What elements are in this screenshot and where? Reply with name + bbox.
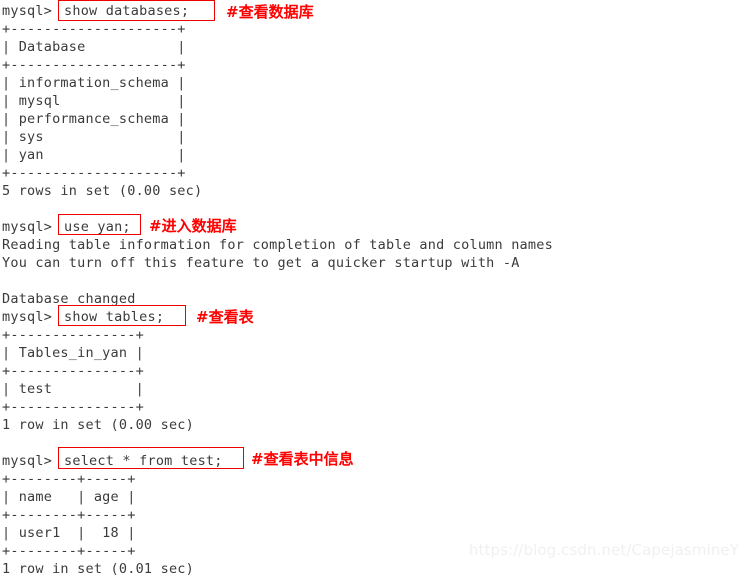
terminal-line: | information_schema | <box>2 75 186 91</box>
watermark: https://blog.csdn.net/CapejasmineY <box>468 541 739 559</box>
command-text-show-tables[interactable]: show tables; <box>64 308 164 326</box>
terminal-line: +---------------+ <box>2 363 144 379</box>
command-text-show-databases[interactable]: show databases; <box>64 2 189 20</box>
terminal-line: mysql> <box>2 3 53 19</box>
terminal-line: +--------+-----+ <box>2 471 136 487</box>
terminal-line: 1 row in set (0.00 sec) <box>2 417 194 433</box>
terminal-line: | performance_schema | <box>2 111 186 127</box>
annotation-use-yan: #进入数据库 <box>149 217 237 235</box>
terminal-line: +---------------+ <box>2 327 144 343</box>
terminal-line: +--------+-----+ <box>2 507 136 523</box>
terminal-line: +--------+-----+ <box>2 543 136 559</box>
terminal-line: 5 rows in set (0.00 sec) <box>2 183 203 199</box>
terminal-output: mysql> +--------------------+ | Database |… <box>0 0 743 583</box>
terminal-line: +---------------+ <box>2 399 144 415</box>
terminal-line: mysql> <box>2 453 53 469</box>
terminal-line: mysql> <box>2 309 53 325</box>
annotation-select-from-test: #查看表中信息 <box>251 450 354 468</box>
terminal-line: +--------------------+ <box>2 165 186 181</box>
terminal-line: | test | <box>2 381 144 397</box>
terminal-line: | Database | <box>2 39 186 55</box>
terminal-line: +--------------------+ <box>2 57 186 73</box>
terminal-line: | mysql | <box>2 93 186 109</box>
annotation-show-databases: #查看数据库 <box>226 3 314 21</box>
command-text-select-from-test[interactable]: select * from test; <box>64 452 223 470</box>
terminal-line: | sys | <box>2 129 186 145</box>
terminal-line: | Tables_in_yan | <box>2 345 144 361</box>
terminal-line: +--------------------+ <box>2 21 186 37</box>
terminal-line: | user1 | 18 | <box>2 525 136 541</box>
terminal-line: mysql> <box>2 219 53 235</box>
terminal-line: 1 row in set (0.01 sec) <box>2 561 194 577</box>
annotation-show-tables: #查看表 <box>196 308 254 326</box>
terminal-line: | name | age | <box>2 489 136 505</box>
terminal-line: Reading table information for completion… <box>2 237 553 253</box>
command-text-use-yan[interactable]: use yan; <box>64 218 131 236</box>
terminal-line: | yan | <box>2 147 186 163</box>
terminal-line: You can turn off this feature to get a q… <box>2 255 520 271</box>
